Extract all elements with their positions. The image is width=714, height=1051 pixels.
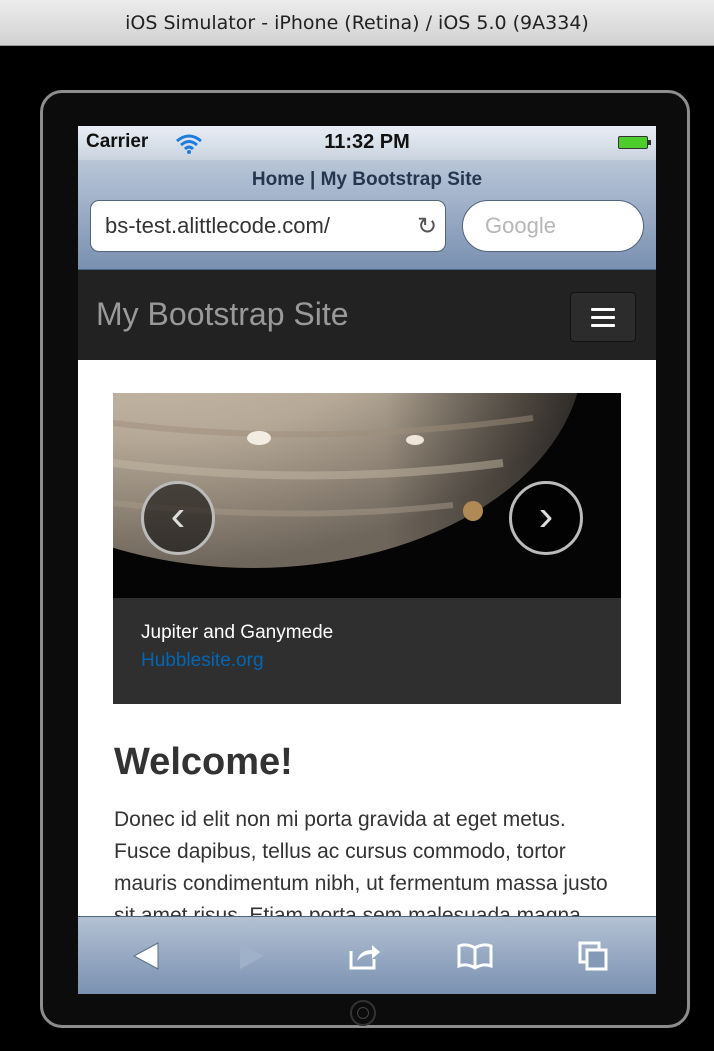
- search-input[interactable]: [483, 212, 627, 240]
- hamburger-bar: [591, 323, 615, 327]
- status-bar: Carrier 11:32 PM: [78, 126, 656, 160]
- welcome-heading: Welcome!: [114, 741, 293, 783]
- tabs-icon[interactable]: [573, 936, 613, 976]
- carousel-caption: Jupiter and Ganymede Hubblesite.org: [113, 598, 621, 704]
- page-title: Home | My Bootstrap Site: [251, 169, 483, 190]
- hamburger-menu-button[interactable]: [570, 292, 636, 342]
- status-time: 11:32 PM: [324, 131, 410, 153]
- image-carousel: ‹ › Jupiter and Ganymede Hubblesite.org: [113, 393, 621, 704]
- site-brand-link[interactable]: My Bootstrap Site: [96, 296, 349, 333]
- share-icon[interactable]: [345, 936, 385, 976]
- home-button[interactable]: [350, 1000, 376, 1026]
- address-text[interactable]: bs-test.alittlecode.com/: [91, 213, 409, 239]
- battery-icon: [618, 136, 651, 149]
- carousel-next-button[interactable]: ›: [509, 481, 583, 555]
- simulator-title: iOS Simulator - iPhone (Retina) / iOS 5.…: [125, 11, 589, 34]
- hamburger-bar: [591, 315, 615, 319]
- safari-url-bar: Home | My Bootstrap Site bs-test.alittle…: [78, 160, 656, 270]
- hamburger-bar: [591, 307, 615, 311]
- forward-arrow-icon[interactable]: [232, 936, 272, 976]
- simulator-title-bar: iOS Simulator - iPhone (Retina) / iOS 5.…: [0, 0, 714, 46]
- address-field[interactable]: bs-test.alittlecode.com/ ↻: [90, 200, 446, 252]
- reload-icon[interactable]: ↻: [409, 212, 445, 241]
- search-field[interactable]: [462, 200, 644, 252]
- caption-link[interactable]: Hubblesite.org: [141, 650, 264, 672]
- carousel-prev-button[interactable]: ‹: [141, 481, 215, 555]
- site-navbar: My Bootstrap Site: [78, 270, 656, 360]
- caption-title: Jupiter and Ganymede: [141, 622, 334, 643]
- iphone-screen: Carrier 11:32 PM Home | My Bootstrap Sit…: [78, 126, 656, 994]
- back-arrow-icon[interactable]: [126, 936, 166, 976]
- bookmarks-icon[interactable]: [455, 936, 495, 976]
- safari-toolbar: [78, 916, 656, 994]
